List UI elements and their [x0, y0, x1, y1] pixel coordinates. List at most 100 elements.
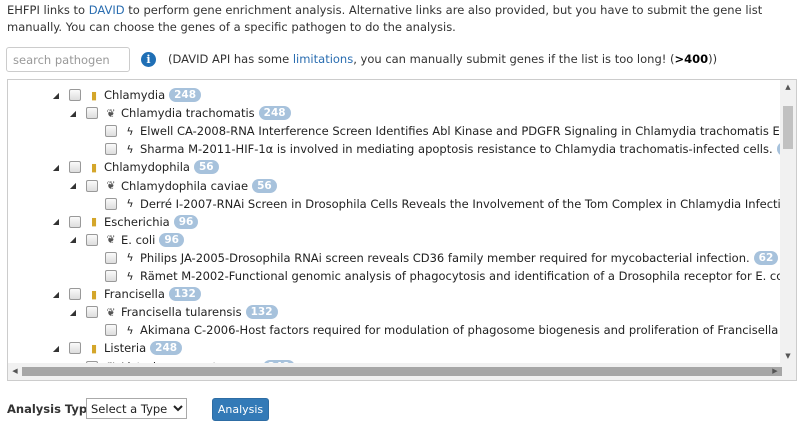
gene-count-badge: 62	[753, 250, 779, 265]
tree-checkbox[interactable]	[105, 270, 117, 282]
gene-count-badge: 56	[193, 160, 219, 175]
gene-count-badge: 56	[252, 178, 277, 193]
tree-node-label[interactable]: Escherichia	[104, 215, 170, 229]
tree-checkbox[interactable]	[69, 288, 81, 301]
tree-checkbox[interactable]	[69, 215, 81, 228]
gene-count-badge: 248	[169, 88, 202, 102]
tree-node-label[interactable]: Philips JA-2005-Drosophila RNAi screen r…	[140, 251, 750, 265]
tree-node-study[interactable]: ϟ Elwell CA-2008-RNA Interference Screen …	[105, 122, 780, 140]
vertical-scrollbar[interactable]: ▲ ▼	[780, 80, 796, 363]
tree-node-label[interactable]: Listeria	[104, 341, 146, 355]
tree-node-study[interactable]: ϟ Derré I-2007-RNAi Screen in Drosophila …	[105, 195, 780, 213]
search-pathogen-input[interactable]	[6, 47, 130, 72]
tree-node-study[interactable]: ϟ Philips JA-2005-Drosophila RNAi screen …	[105, 249, 779, 267]
tree-viewport: ◢ ▮ Chlamydia 248 ◢ ❦ Chlamydia trachomatis 248…	[8, 80, 780, 363]
tree-node-study[interactable]: ϟ Rämet M-2002-Functional genomic analysi…	[105, 267, 780, 285]
vertical-scroll-thumb[interactable]	[783, 106, 793, 149]
tree-checkbox[interactable]	[105, 251, 117, 264]
tree-node-genus[interactable]: ◢ ▮ Listeria 248	[51, 339, 183, 357]
tree-checkbox[interactable]	[105, 197, 117, 210]
tree-checkbox[interactable]	[105, 143, 117, 156]
tree-checkbox[interactable]	[86, 306, 98, 319]
tree-checkbox[interactable]	[69, 342, 81, 355]
expand-toggle-icon[interactable]: ◢	[68, 308, 78, 317]
intro-text-before: EHFPI links to	[7, 3, 89, 17]
leaf-icon: ❦	[106, 233, 116, 247]
tree-node-label[interactable]: E. coli	[121, 233, 155, 247]
expand-toggle-icon[interactable]: ◢	[51, 344, 61, 353]
leaf-icon: ❦	[106, 305, 116, 319]
gene-count-badge: 248	[258, 106, 291, 121]
tree-node-label[interactable]: Chlamydophila caviae	[121, 179, 248, 193]
folder-icon: ▮	[90, 287, 98, 301]
api-note-suffix: ))	[708, 52, 718, 66]
tree-node-study[interactable]: ϟ Sharma M-2011-HIF-1α is involved in med…	[105, 140, 780, 158]
gene-count-badge: 96	[159, 232, 184, 247]
expand-toggle-icon[interactable]: ◢	[51, 217, 61, 226]
tree-node-label[interactable]: Derré I-2007-RNAi Screen in Drosophila C…	[140, 197, 780, 211]
tree-node-label[interactable]: Chlamydia trachomatis	[121, 106, 255, 120]
tree-checkbox[interactable]	[86, 233, 98, 246]
expand-toggle-icon[interactable]: ◢	[51, 290, 61, 299]
horizontal-scrollbar[interactable]: ◀ ▶	[8, 363, 796, 380]
david-link[interactable]: DAVID	[89, 3, 125, 17]
horizontal-scroll-thumb[interactable]	[22, 367, 782, 376]
tree-checkbox[interactable]	[86, 107, 98, 120]
tree-node-genus[interactable]: ◢ ▮ Escherichia 96	[51, 213, 199, 231]
folder-icon: ▮	[90, 160, 98, 174]
leaf-icon: ❦	[106, 179, 116, 192]
scroll-left-arrow-icon[interactable]: ◀	[8, 363, 22, 380]
tree-node-genus[interactable]: ◢ ▮ Chlamydia 248	[51, 86, 202, 104]
folder-icon: ▮	[90, 215, 98, 229]
tree-node-label[interactable]: Elwell CA-2008-RNA Interference Screen I…	[140, 124, 780, 138]
expand-toggle-icon[interactable]: ◢	[68, 109, 78, 118]
folder-icon: ▮	[90, 341, 98, 355]
api-note: (DAVID API has some limitations, you can…	[168, 52, 717, 67]
tree-node-label[interactable]: Chlamydia	[104, 88, 165, 102]
expand-toggle-icon[interactable]: ◢	[68, 235, 78, 244]
expand-toggle-icon[interactable]: ◢	[51, 91, 61, 100]
tree-node-label[interactable]: Sharma M-2011-HIF-1α is involved in medi…	[140, 142, 773, 156]
expand-toggle-icon[interactable]: ◢	[68, 181, 78, 190]
bolt-icon: ϟ	[126, 323, 134, 337]
bolt-icon: ϟ	[126, 124, 134, 138]
folder-icon: ▮	[90, 88, 98, 102]
limitations-link[interactable]: limitations	[293, 52, 353, 66]
tree-node-genus[interactable]: ◢ ▮ Chlamydophila 56	[51, 158, 219, 176]
tree-node-label[interactable]: Francisella	[104, 287, 165, 301]
tree-checkbox[interactable]	[86, 179, 98, 192]
tree-node-genus[interactable]: ◢ ▮ Francisella 132	[51, 285, 201, 303]
tree-node-label[interactable]: Rämet M-2002-Functional genomic analysis…	[140, 269, 780, 283]
info-icon: i	[141, 52, 156, 67]
gene-count-badge: 96	[173, 214, 199, 229]
tree-node-label[interactable]: Akimana C-2006-Host factors required for…	[140, 323, 780, 337]
tree-node-label[interactable]: Francisella tularensis	[121, 305, 242, 319]
tree-node-species[interactable]: ◢ ❦ Francisella tularensis 132	[68, 303, 278, 321]
tree-node-species[interactable]: ◢ ❦ Chlamydophila caviae 56	[68, 177, 277, 195]
analysis-type-select[interactable]: Select a Type	[86, 398, 187, 419]
gene-count-badge: 248	[150, 341, 183, 356]
tree-node-label[interactable]: Chlamydophila	[104, 160, 190, 174]
tree-checkbox[interactable]	[69, 89, 81, 101]
gene-count-badge: 132	[168, 287, 201, 302]
intro-text: EHFPI links to DAVID to perform gene enr…	[7, 2, 793, 35]
api-note-prefix: (DAVID API has some	[168, 52, 293, 66]
tree-checkbox[interactable]	[105, 324, 117, 337]
scroll-down-arrow-icon[interactable]: ▼	[780, 349, 796, 363]
api-note-middle: , you can manually submit genes if the l…	[353, 52, 675, 66]
scroll-right-arrow-icon[interactable]: ▶	[768, 363, 782, 380]
gene-count-badge: 132	[245, 305, 278, 320]
leaf-icon: ❦	[106, 106, 116, 120]
tree-node-species[interactable]: ◢ ❦ E. coli 96	[68, 231, 184, 249]
bolt-icon: ϟ	[126, 197, 134, 211]
analysis-button[interactable]: Analysis	[212, 398, 269, 421]
tree-node-species[interactable]: ◢ ❦ Chlamydia trachomatis 248	[68, 104, 291, 122]
bolt-icon: ϟ	[126, 142, 134, 156]
tree-checkbox[interactable]	[105, 125, 117, 138]
scroll-up-arrow-icon[interactable]: ▲	[780, 80, 796, 94]
expand-toggle-icon[interactable]: ◢	[51, 163, 61, 172]
tree-checkbox[interactable]	[69, 161, 81, 174]
tree-node-study[interactable]: ϟ Akimana C-2006-Host factors required fo…	[105, 321, 780, 339]
api-note-bold: >400	[674, 52, 709, 66]
bolt-icon: ϟ	[126, 269, 134, 283]
